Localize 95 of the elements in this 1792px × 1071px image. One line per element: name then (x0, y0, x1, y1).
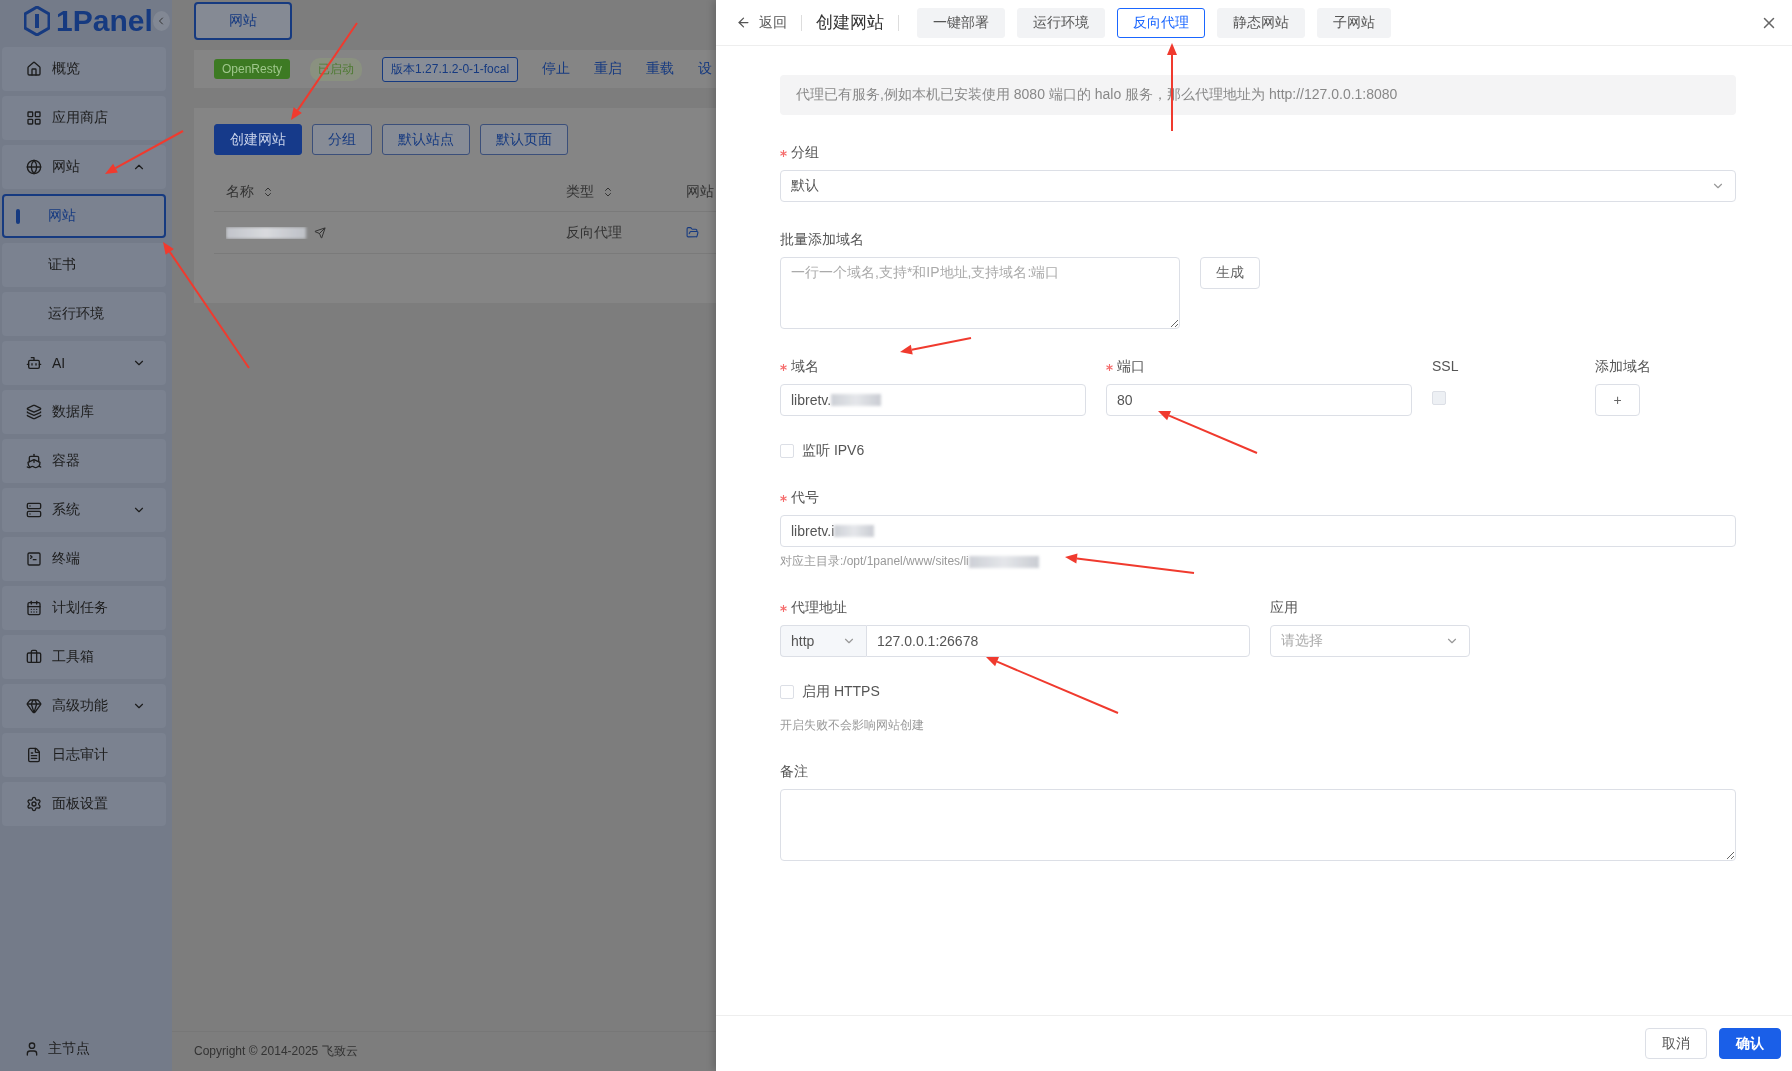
ship-icon (26, 453, 42, 469)
sort-icon (602, 185, 614, 198)
collapse-button[interactable] (152, 11, 170, 31)
field-label: 端口 (1117, 358, 1145, 376)
send-icon (314, 226, 326, 239)
hexagon-logo-icon (24, 6, 50, 36)
layers-icon (26, 404, 42, 420)
sidebar-item[interactable]: 终端 (2, 537, 166, 581)
back-link[interactable]: 返回 (736, 13, 787, 32)
type-tab[interactable]: 子网站 (1317, 7, 1391, 38)
folder-icon (686, 226, 699, 239)
column-header[interactable]: 类型 (566, 182, 686, 201)
sidebar-item[interactable]: 面板设置 (2, 782, 166, 826)
type-tab[interactable]: 运行环境 (1017, 7, 1105, 38)
field-label: 批量添加域名 (780, 231, 864, 249)
action-link[interactable]: 设 (698, 60, 713, 78)
grid-icon (26, 110, 42, 126)
domain-input[interactable]: libretv. (780, 384, 1086, 416)
domains-textarea[interactable]: 一行一个域名,支持*和IP地址,支持域名:端口 (780, 257, 1180, 329)
sidebar-item[interactable]: 系统 (2, 488, 166, 532)
https-checkbox[interactable] (780, 685, 794, 699)
terminal-icon (26, 551, 42, 567)
app-tag: OpenResty (214, 59, 291, 79)
annotation-arrow (900, 337, 972, 355)
alias-input[interactable]: libretv.i (780, 515, 1736, 547)
sidebar-item[interactable]: 应用商店 (2, 96, 166, 140)
sidebar-item[interactable]: 工具箱 (2, 635, 166, 679)
server-icon (26, 502, 42, 518)
table-cell-text: 反向代理 (566, 223, 623, 242)
field-label: 域名 (791, 358, 819, 376)
version-tag: 版本1.27.1.2-0-1-focal (382, 56, 519, 82)
sidebar-item[interactable]: AI (2, 341, 166, 385)
https-hint: 开启失败不会影响网站创建 (780, 717, 924, 734)
drawer-title: 创建网站 (816, 12, 884, 34)
group-select[interactable]: 默认 (780, 170, 1736, 202)
sidebar-subitem[interactable]: 运行环境 (2, 292, 166, 336)
field-label: SSL (1432, 358, 1459, 374)
field-label: 添加域名 (1595, 358, 1651, 376)
redacted-text (831, 394, 882, 406)
type-tab[interactable]: 一键部署 (917, 7, 1005, 38)
add-domain-button[interactable]: + (1595, 384, 1640, 416)
settings-icon (26, 796, 42, 812)
sidebar-item[interactable]: 概览 (2, 47, 166, 91)
scheme-select[interactable]: http (780, 625, 866, 657)
calendar-icon (26, 600, 42, 616)
logo-text: 1Panel (56, 4, 153, 38)
node-selector[interactable]: 主节点 (2, 1027, 166, 1071)
sidebar-subitem[interactable]: 证书 (2, 243, 166, 287)
active-indicator (16, 209, 20, 224)
remark-textarea[interactable] (780, 789, 1736, 861)
sidebar-item[interactable]: 容器 (2, 439, 166, 483)
gem-icon (26, 698, 42, 714)
field-label: 分组 (791, 144, 819, 162)
app-select[interactable]: 请选择 (1270, 625, 1470, 657)
redacted-text (834, 525, 875, 537)
field-label: 代号 (791, 489, 819, 507)
globe-icon (26, 159, 42, 175)
sidebar-item[interactable]: 高级功能 (2, 684, 166, 728)
type-tab[interactable]: 反向代理 (1117, 7, 1205, 38)
action-link[interactable]: 停止 (542, 60, 571, 78)
proxy-address-input[interactable]: 127.0.0.1:26678 (866, 625, 1250, 657)
confirm-button[interactable]: 确认 (1719, 1028, 1781, 1059)
document-icon (26, 747, 42, 763)
toolbar-button[interactable]: 默认页面 (480, 124, 568, 155)
toolbar-button[interactable]: 默认站点 (382, 124, 470, 155)
sidebar-item[interactable]: 数据库 (2, 390, 166, 434)
field-label: 应用 (1270, 599, 1298, 617)
field-label: 代理地址 (791, 599, 847, 617)
sidebar-subitem[interactable]: 网站 (2, 194, 166, 238)
https-checkbox-row[interactable]: 启用 HTTPS (780, 683, 1736, 701)
cancel-button[interactable]: 取消 (1645, 1028, 1707, 1059)
type-tab[interactable]: 静态网站 (1217, 7, 1305, 38)
port-input[interactable]: 80 (1106, 384, 1412, 416)
toolbar-button[interactable]: 创建网站 (214, 124, 302, 155)
home-icon (26, 61, 42, 77)
sidebar-item[interactable]: 网站 (2, 145, 166, 189)
redacted-text (968, 555, 1039, 568)
column-header[interactable]: 网站 (686, 182, 716, 201)
action-link[interactable]: 重启 (594, 60, 623, 78)
field-label: 备注 (780, 763, 808, 781)
sidebar-item[interactable]: 计划任务 (2, 586, 166, 630)
ipv6-checkbox-row[interactable]: 监听 IPV6 (780, 442, 1736, 460)
copyright-text: Copyright © 2014-2025 飞致云 (194, 1043, 358, 1060)
toolbar-button[interactable]: 分组 (312, 124, 372, 155)
briefcase-icon (26, 649, 42, 665)
action-link[interactable]: 重载 (646, 60, 675, 78)
user-icon (24, 1041, 40, 1057)
directory-hint: 对应主目录:/opt/1panel/www/sites/li (780, 553, 969, 570)
page-tab[interactable]: 网站 (194, 2, 292, 40)
column-header[interactable]: 名称 (226, 182, 566, 201)
ipv6-checkbox[interactable] (780, 444, 794, 458)
generate-button[interactable]: 生成 (1200, 257, 1260, 289)
sort-icon (262, 185, 274, 198)
sidebar-item[interactable]: 日志审计 (2, 733, 166, 777)
robot-icon (26, 355, 42, 371)
